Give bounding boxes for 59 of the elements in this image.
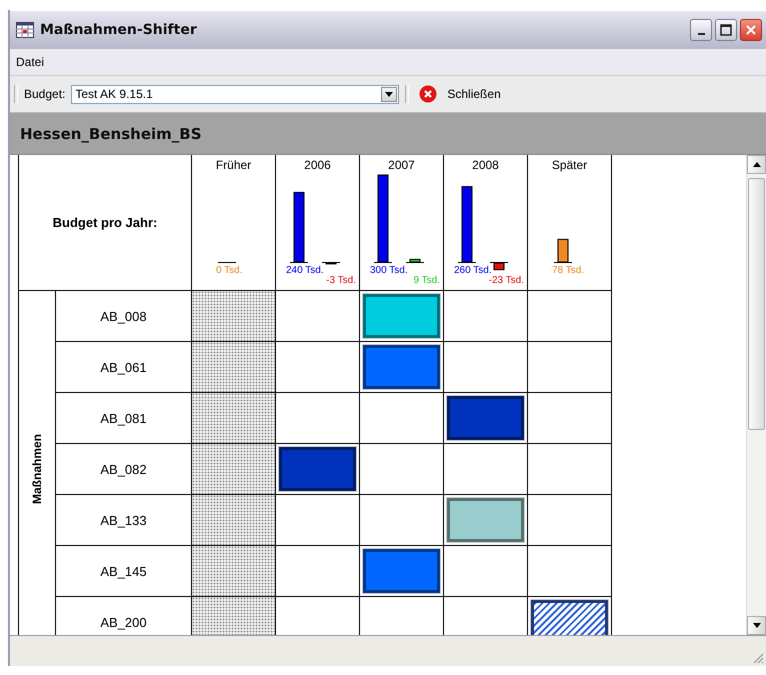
year-label: Später <box>552 158 588 172</box>
empty-cell[interactable] <box>528 342 612 393</box>
maximize-button[interactable] <box>715 19 737 41</box>
scroll-down-button[interactable] <box>747 616 766 635</box>
empty-cell[interactable] <box>528 291 612 342</box>
empty-cell[interactable] <box>528 495 612 546</box>
minimize-button[interactable] <box>690 19 712 41</box>
value-label: 240 Tsd. <box>286 265 324 276</box>
value-label: 0 Tsd. <box>216 265 242 276</box>
value-label: 300 Tsd. <box>370 265 408 276</box>
budget-bar <box>289 192 308 263</box>
bar <box>293 192 304 262</box>
minimize-icon <box>698 33 704 35</box>
empty-cell[interactable] <box>360 495 444 546</box>
year-label: 2007 <box>388 158 415 172</box>
budget-label: Budget: <box>24 87 66 101</box>
empty-cell[interactable] <box>444 291 528 342</box>
budget-dropdown[interactable]: Test AK 9.15.1 <box>71 84 400 104</box>
empty-cell[interactable] <box>360 393 444 444</box>
budget-bar <box>553 238 572 263</box>
year-label: Früher <box>216 158 252 172</box>
scroll-up-button[interactable] <box>747 155 766 174</box>
calendar-icon <box>16 22 34 38</box>
value-label: 260 Tsd. <box>454 265 492 276</box>
value-label: -23 Tsd. <box>488 275 524 286</box>
budget-bar <box>321 262 340 264</box>
empty-cell[interactable] <box>444 546 528 597</box>
down-arrow-icon <box>752 623 760 628</box>
empty-cell[interactable] <box>360 444 444 495</box>
bar <box>557 238 568 262</box>
hatched-block[interactable] <box>531 600 608 635</box>
scrollbar[interactable] <box>746 155 766 635</box>
close-icon <box>745 24 757 36</box>
close-button[interactable] <box>740 19 762 41</box>
header-label: Budget pro Jahr: <box>18 155 192 291</box>
value-label: 9 Tsd. <box>413 275 440 286</box>
empty-cell[interactable] <box>444 342 528 393</box>
location-title: Hessen_Bensheim_BS <box>20 124 202 142</box>
budget-bar <box>405 258 424 263</box>
window-title: Maßnahmen-Shifter <box>40 22 198 38</box>
menu-item[interactable]: Datei <box>10 55 50 69</box>
bar <box>461 186 472 262</box>
bar <box>493 262 504 270</box>
value-label: -3 Tsd. <box>326 275 356 286</box>
maximize-icon <box>720 24 732 36</box>
value-label: 78 Tsd. <box>552 265 584 276</box>
bar <box>377 174 388 262</box>
year-label: 2008 <box>472 158 499 172</box>
scroll-thumb[interactable] <box>748 178 765 430</box>
close-toolbar-button[interactable]: Schließen <box>415 85 505 103</box>
resize-grip-icon <box>752 652 764 664</box>
empty-cell[interactable] <box>444 444 528 495</box>
up-arrow-icon <box>752 162 760 167</box>
close-icon <box>419 85 438 103</box>
empty-cell[interactable] <box>528 444 612 495</box>
empty-cell[interactable] <box>528 393 612 444</box>
empty-cell[interactable] <box>528 546 612 597</box>
budget-bar <box>489 262 508 270</box>
year-label: 2006 <box>304 158 331 172</box>
